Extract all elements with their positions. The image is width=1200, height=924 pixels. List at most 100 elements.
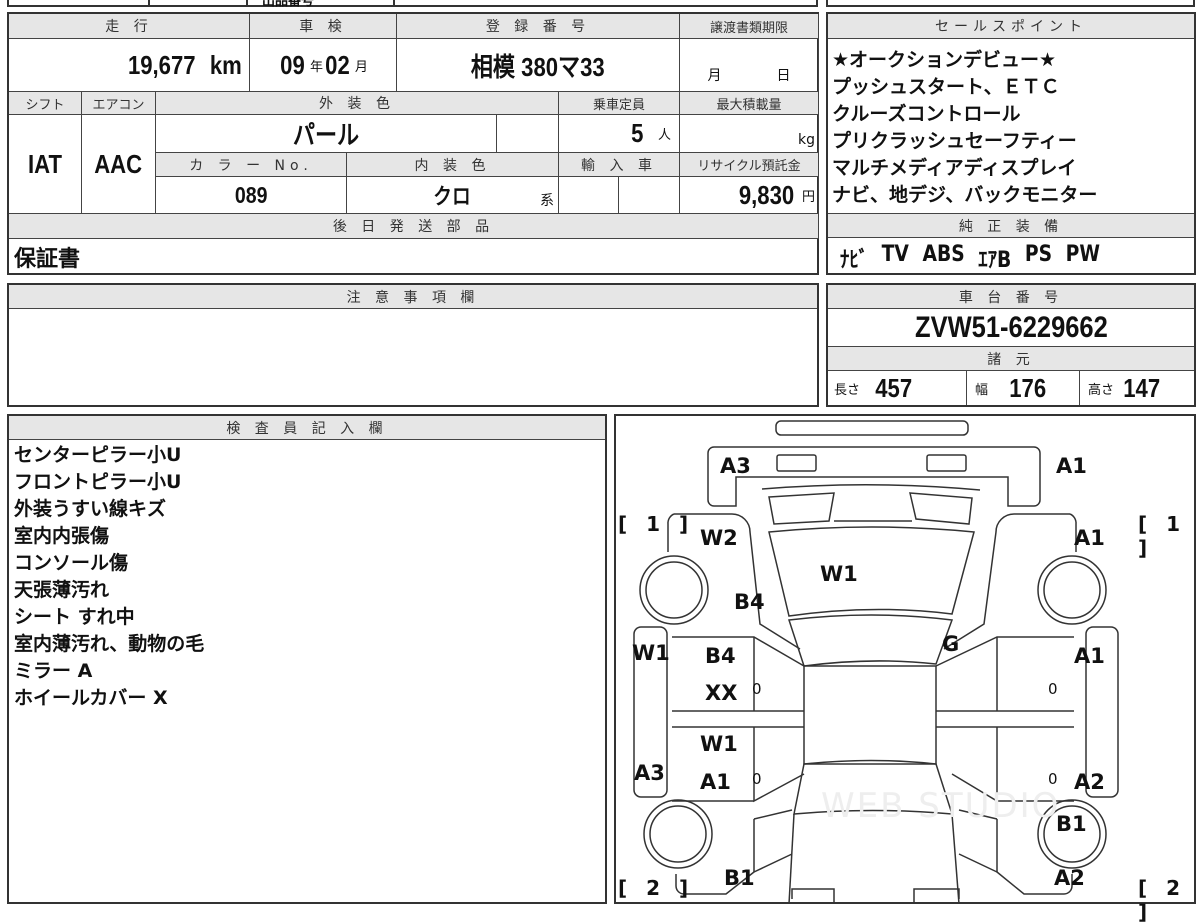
inspector-panel: 検 査 員 記 入 欄 センターピラー小U フロントピラー小U 外装うすい線キズ…	[7, 414, 607, 904]
mileage-cell: 19,677 km	[9, 39, 250, 92]
damage-label: B1	[1056, 812, 1087, 836]
inspection-month: 02	[325, 49, 350, 80]
capacity-value: 5	[630, 118, 643, 148]
inspection-header: 車 検	[250, 14, 397, 39]
later-parts-value: 保証書	[14, 247, 81, 272]
capacity-header: 乗車定員	[559, 92, 680, 115]
damage-label: W1	[820, 562, 858, 586]
damage-label: A3	[720, 454, 751, 478]
exterior-cell: パール	[156, 115, 497, 153]
month-unit: 月	[707, 68, 722, 84]
tire-rear-left: [ 2 ]	[618, 876, 695, 900]
height-value: 147	[1123, 372, 1161, 403]
damage-label: XX	[705, 681, 738, 705]
transfer-header: 譲渡書類期限	[680, 14, 819, 39]
tread-depth: 0	[1048, 680, 1058, 698]
sales-point-line: プッシュスタート、ＥＴＣ	[832, 76, 1060, 98]
import-header: 輸 入 車	[559, 153, 680, 177]
max-load-header: 最大積載量	[680, 92, 819, 115]
ac-header: エアコン	[82, 92, 156, 115]
import-cell-1	[559, 177, 619, 214]
tire-front-left: [ 1 ]	[618, 512, 695, 536]
recycle-cell: 9,830 円	[680, 177, 819, 214]
color-no-header: カ ラ ー No.	[156, 153, 347, 177]
transfer-cell: 月日	[680, 39, 819, 92]
inspection-year: 09	[280, 49, 305, 80]
color-no-cell: 089	[156, 177, 347, 214]
damage-label: W2	[700, 526, 738, 550]
inspector-line: 室内内張傷	[14, 525, 110, 547]
later-parts-header: 後 日 発 送 部 品	[9, 214, 819, 239]
damage-label: A1	[1074, 526, 1105, 550]
equipment-item: TV	[881, 242, 909, 267]
inspector-line: ホイールカバー X	[14, 687, 168, 709]
equipment-item: PS	[1024, 242, 1053, 267]
inspector-line: コンソール傷	[14, 552, 129, 574]
inspector-line: 天張薄汚れ	[14, 579, 110, 601]
inspector-line: 室内薄汚れ、動物の毛	[14, 633, 205, 655]
day-unit: 日	[776, 68, 791, 84]
damage-label: A1	[1074, 644, 1105, 668]
equipment-item: ABS	[922, 242, 965, 267]
sales-point-line: ナビ、地デジ、バックモニター	[832, 184, 1098, 206]
registration-value: 相模 380マ33	[471, 51, 605, 82]
sales-point-line: プリクラッシュセーフティー	[832, 130, 1077, 152]
month-unit: 月	[354, 59, 368, 75]
exterior-value: パール	[292, 120, 360, 150]
tread-depth: 0	[752, 770, 762, 788]
height-label: 高さ	[1088, 382, 1115, 398]
top-strip: 出品番号	[0, 0, 1200, 9]
ac-cell: AAC	[82, 115, 156, 214]
damage-label: G	[942, 632, 960, 656]
damage-label: W1	[632, 641, 670, 665]
notes-panel: 注 意 事 項 欄	[7, 283, 819, 407]
inspection-cell: 09 年 02 月	[250, 39, 397, 92]
chassis-number-cell: ZVW51-6229662	[828, 309, 1194, 347]
import-cell-2	[619, 177, 680, 214]
recycle-value: 9,830	[738, 179, 795, 210]
tread-depth: 0	[752, 680, 762, 698]
year-unit: 年	[309, 59, 323, 75]
interior-suffix: 系	[540, 193, 554, 209]
notes-header: 注 意 事 項 欄	[9, 285, 817, 309]
shift-header: シフト	[9, 92, 82, 115]
tire-front-right: [ 1 ]	[1138, 512, 1187, 560]
equipment-item: PW	[1065, 242, 1100, 267]
width-label: 幅	[975, 382, 989, 398]
exterior-extra-cell	[497, 115, 559, 153]
recycle-header: リサイクル預託金	[680, 153, 819, 177]
damage-label: A1	[700, 770, 731, 794]
exterior-header: 外 装 色	[156, 92, 559, 115]
equipment-list: ﾅﾋﾞ TV ABS ｴｱB PS PW	[840, 242, 1100, 274]
damage-label: B4	[734, 590, 765, 614]
inspector-line: 外装うすい線キズ	[14, 498, 167, 520]
inspector-line: センターピラー小U	[14, 444, 182, 466]
damage-label: A2	[1054, 866, 1085, 890]
spec-header: 諸 元	[828, 347, 1194, 371]
interior-header: 内 装 色	[347, 153, 559, 177]
watermark: WEB STUDIO	[821, 786, 1061, 826]
registration-header: 登 録 番 号	[397, 14, 680, 39]
inspector-line: フロントピラー小U	[14, 471, 182, 493]
chassis-panel: 車 台 番 号 ZVW51-6229662 諸 元 長さ 457 幅 176 高さ 1…	[826, 283, 1196, 407]
capacity-unit: 人	[657, 128, 671, 143]
chassis-header: 車 台 番 号	[828, 285, 1194, 309]
car-damage-diagram: WEB STUDIO A3 A1 W2 A1 W1 B4 G W1 B4 XX …	[614, 414, 1196, 924]
damage-label: A3	[634, 761, 665, 785]
length-label: 長さ	[834, 382, 861, 398]
inspector-line: ミラー A	[14, 660, 93, 682]
damage-label: A1	[1056, 454, 1087, 478]
width-value: 176	[1009, 372, 1047, 403]
shift-cell: IAT	[9, 115, 82, 214]
damage-label: B1	[724, 866, 755, 890]
equipment-header: 純 正 装 備	[828, 213, 1194, 238]
equipment-item: ﾅﾋﾞ	[840, 248, 869, 273]
chassis-number: ZVW51-6229662	[914, 310, 1108, 344]
shift-value: IAT	[28, 148, 62, 179]
later-parts-cell: 保証書	[9, 239, 819, 275]
top-strip-partial-text: 出品番号	[262, 0, 315, 9]
inspector-line: シート すれ中	[14, 606, 135, 628]
recycle-unit: 円	[801, 189, 815, 205]
car-outline-icon	[633, 420, 1119, 904]
sales-point-line: ★オークションデビュー★	[832, 49, 1057, 71]
